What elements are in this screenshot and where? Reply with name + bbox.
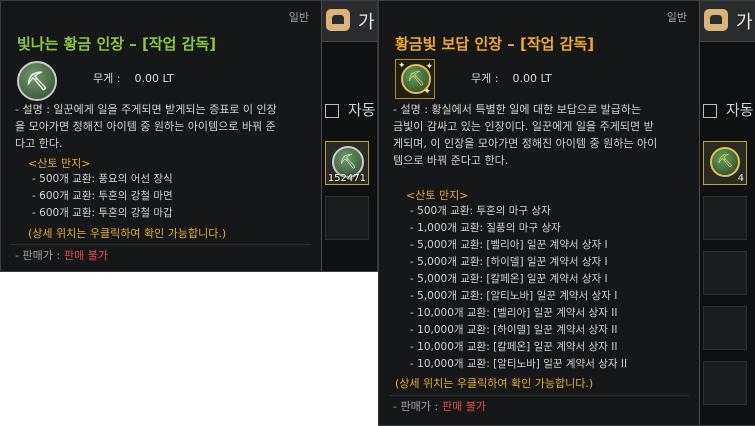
location-note: (상세 위치는 우클릭하여 확인 가능합니다.) — [28, 227, 227, 240]
item-weight: 무게 : 0.00 LT — [471, 70, 552, 86]
slot-count: 152471 — [327, 173, 366, 184]
inventory-slot[interactable] — [703, 251, 747, 295]
item-grade: 일반 — [288, 11, 309, 24]
golden-medal-icon: ⛏ ✦ ✦ ✦ — [395, 59, 435, 99]
item-title: 빛나는 황금 인장 – [작업 감독] — [17, 35, 217, 53]
pickaxe-icon: ⛏ — [17, 61, 57, 101]
price-label: - 판매가 : — [15, 249, 61, 262]
desc-line: 을 모아가면 정해진 아이템 중 원하는 아이템으로 바꿔 준 — [15, 120, 276, 133]
exchange-list: 500개 교환: 투혼의 마구 상자 1,000개 교환: 질풍의 마구 상자 … — [410, 203, 627, 373]
sparkle-icon: ✦ — [425, 62, 433, 72]
auto-checkbox[interactable] — [325, 104, 339, 118]
inventory-slot-seal[interactable]: ⛏ 4 — [703, 141, 747, 185]
item-description: - 설명 : 일꾼에게 일을 주게되면 받게되는 증표로 이 인장 을 모아가면… — [15, 101, 311, 152]
exchange-list: 500개 교환: 풍요의 어선 장식 600개 교환: 투혼의 강철 마면 60… — [32, 171, 173, 222]
desc-line: 게되며, 이 인장을 모아가면 정해진 아이템 중 원하는 아이 — [393, 137, 658, 150]
weight-label: 무게 : — [93, 72, 121, 85]
exchange-item: 600개 교환: 투혼의 강철 마갑 — [32, 205, 173, 222]
desc-line: 템으로 바꿔 준다고 한다. — [393, 154, 509, 167]
sell-price: - 판매가 : 판매 불가 — [393, 398, 486, 414]
exchange-item: 500개 교환: 풍요의 어선 장식 — [32, 171, 173, 188]
desc-line: 다고 한다. — [15, 137, 63, 150]
inventory-window-strip: 가 자동 ⛏ 152471 — [320, 1, 377, 271]
exchange-item: 1,000개 교환: 질풍의 마구 상자 — [410, 220, 627, 237]
inventory-header: 가 — [698, 1, 755, 42]
price-label: - 판매가 : — [393, 400, 439, 413]
item-title: 황금빛 보답 인장 – [작업 감독] — [395, 35, 595, 53]
weight-label: 무게 : — [471, 72, 499, 85]
inventory-logo-icon — [704, 9, 728, 31]
exchange-item: 5,000개 교환: [칼페온] 일꾼 계약서 상자 I — [410, 271, 627, 288]
exchange-item: 10,000개 교환: [벨리아] 일꾼 계약서 상자 II — [410, 305, 627, 322]
weight-value: 0.00 LT — [134, 72, 174, 85]
location-note: (상세 위치는 우클릭하여 확인 가능합니다.) — [395, 377, 594, 390]
desc-line: - 설명 : 황실에서 특별한 일에 대한 보답으로 발급하는 — [393, 103, 642, 116]
item-tooltip-1: 일반 빛나는 황금 인장 – [작업 감독] ⛏ 무게 : 0.00 LT - 설… — [1, 1, 322, 271]
inventory-window-strip: 가 자동 ⛏ 4 — [698, 1, 755, 425]
sparkle-icon: ✦ — [423, 87, 431, 97]
inventory-slot-seal[interactable]: ⛏ 152471 — [325, 141, 369, 185]
inventory-slot[interactable] — [703, 306, 747, 350]
item-weight: 무게 : 0.00 LT — [93, 70, 174, 86]
inventory-slot[interactable] — [703, 196, 747, 240]
inventory-slot[interactable] — [703, 361, 747, 405]
exchange-item: 600개 교환: 투혼의 강철 마면 — [32, 188, 173, 205]
desc-line: - 설명 : 일꾼에게 일을 주게되면 받게되는 증표로 이 인장 — [15, 103, 277, 116]
inventory-title: 가 — [736, 12, 753, 33]
auto-checkbox-label: 자동 — [726, 101, 754, 119]
sparkle-icon: ✦ — [398, 61, 406, 71]
exchange-item: 5,000개 교환: [벨리아] 일꾼 계약서 상자 I — [410, 237, 627, 254]
exchange-item: 5,000개 교환: [하이델] 일꾼 계약서 상자 I — [410, 254, 627, 271]
item-grade: 일반 — [666, 11, 687, 24]
npc-section-heading: <산토 만지> — [28, 157, 91, 170]
item-description: - 설명 : 황실에서 특별한 일에 대한 보답으로 발급하는 금빛이 감싸고 … — [393, 101, 689, 169]
desc-line: 금빛이 감싸고 있는 인장이다. 일꾼에게 일을 주게되면 받 — [393, 120, 654, 133]
price-value: 판매 불가 — [442, 400, 487, 413]
slot-count: 4 — [737, 173, 744, 184]
exchange-item: 500개 교환: 투혼의 마구 상자 — [410, 203, 627, 220]
inventory-logo-icon — [326, 9, 350, 31]
item-tooltip-2: 일반 황금빛 보답 인장 – [작업 감독] ⛏ ✦ ✦ ✦ 무게 : 0.00 … — [379, 1, 700, 425]
inventory-header: 가 — [320, 1, 377, 42]
auto-checkbox[interactable] — [703, 104, 717, 118]
auto-checkbox-label: 자동 — [348, 101, 376, 119]
sell-price: - 판매가 : 판매 불가 — [15, 247, 108, 263]
weight-value: 0.00 LT — [512, 72, 552, 85]
golden-medal-icon: ⛏ — [710, 147, 740, 177]
exchange-item: 10,000개 교환: [하이델] 일꾼 계약서 상자 II — [410, 322, 627, 339]
divider — [389, 395, 689, 396]
price-value: 판매 불가 — [64, 249, 109, 262]
inventory-slot[interactable] — [325, 196, 369, 240]
screenshot-panel-2: 가 자동 ⛏ 4 일반 황금빛 보답 인장 – [작업 감독] ⛏ ✦ ✦ ✦ … — [378, 0, 755, 426]
divider — [11, 244, 311, 245]
screenshot-panel-1: 가 자동 ⛏ 152471 일반 빛나는 황금 인장 – [작업 감독] ⛏ 무… — [0, 0, 378, 272]
exchange-item: 10,000개 교환: [칼페온] 일꾼 계약서 상자 II — [410, 339, 627, 356]
inventory-title: 가 — [358, 12, 375, 33]
npc-section-heading: <산토 만지> — [406, 189, 469, 202]
exchange-item: 5,000개 교환: [알티노바] 일꾼 계약서 상자 I — [410, 288, 627, 305]
exchange-item: 10,000개 교환: [알티노바] 일꾼 계약서 상자 II — [410, 356, 627, 373]
